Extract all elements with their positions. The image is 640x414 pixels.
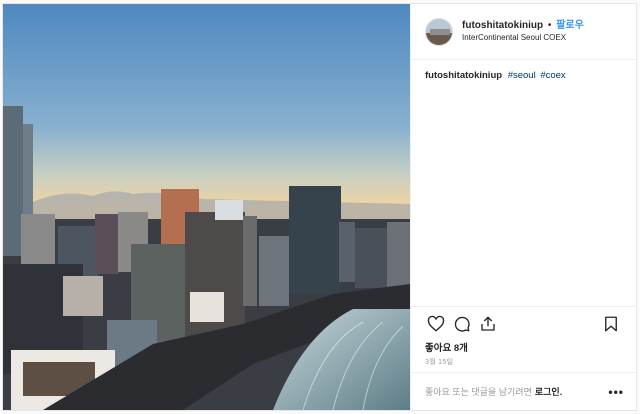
caption-username[interactable]: futoshitatokiniup bbox=[425, 70, 502, 81]
share-button[interactable] bbox=[475, 311, 501, 337]
login-prompt: 좋아요 또는 댓글을 남기려면 로그인. ••• bbox=[411, 372, 636, 410]
post-photo[interactable] bbox=[3, 4, 410, 410]
instagram-post: futoshitatokiniup • 팔로우 InterContinental… bbox=[2, 3, 637, 411]
avatar-image bbox=[426, 18, 452, 45]
separator-dot: • bbox=[547, 20, 552, 32]
login-prompt-text: 좋아요 또는 댓글을 남기려면 bbox=[425, 387, 532, 397]
like-count[interactable]: 좋아요 8개 bbox=[411, 340, 636, 354]
location-link[interactable]: InterContinental Seoul COEX bbox=[462, 33, 584, 43]
avatar[interactable] bbox=[425, 17, 453, 46]
caption-area: futoshitatokiniup #seoul #coex bbox=[411, 60, 636, 306]
username-link[interactable]: futoshitatokiniup bbox=[462, 20, 543, 31]
post-header: futoshitatokiniup • 팔로우 InterContinental… bbox=[411, 4, 636, 60]
like-button[interactable] bbox=[423, 311, 449, 337]
action-bar bbox=[411, 306, 636, 340]
comment-icon bbox=[454, 316, 470, 332]
follow-button[interactable]: 팔로우 bbox=[556, 20, 584, 31]
hashtag-link[interactable]: #seoul bbox=[508, 70, 536, 81]
bookmark-icon bbox=[605, 316, 617, 331]
post-sidebar: futoshitatokiniup • 팔로우 InterContinental… bbox=[410, 4, 636, 410]
more-options-button[interactable]: ••• bbox=[608, 385, 624, 399]
hashtag-link[interactable]: #coex bbox=[540, 70, 565, 81]
save-button[interactable] bbox=[598, 311, 624, 337]
header-text: futoshitatokiniup • 팔로우 InterContinental… bbox=[462, 20, 584, 43]
heart-icon bbox=[427, 315, 445, 332]
header-line: futoshitatokiniup • 팔로우 bbox=[462, 20, 584, 33]
seoul-skyline-photo bbox=[3, 4, 410, 410]
post-date[interactable]: 3월 15일 bbox=[411, 354, 636, 372]
share-icon bbox=[481, 316, 495, 331]
comment-button[interactable] bbox=[449, 311, 475, 337]
login-link[interactable]: 로그인. bbox=[535, 385, 562, 398]
